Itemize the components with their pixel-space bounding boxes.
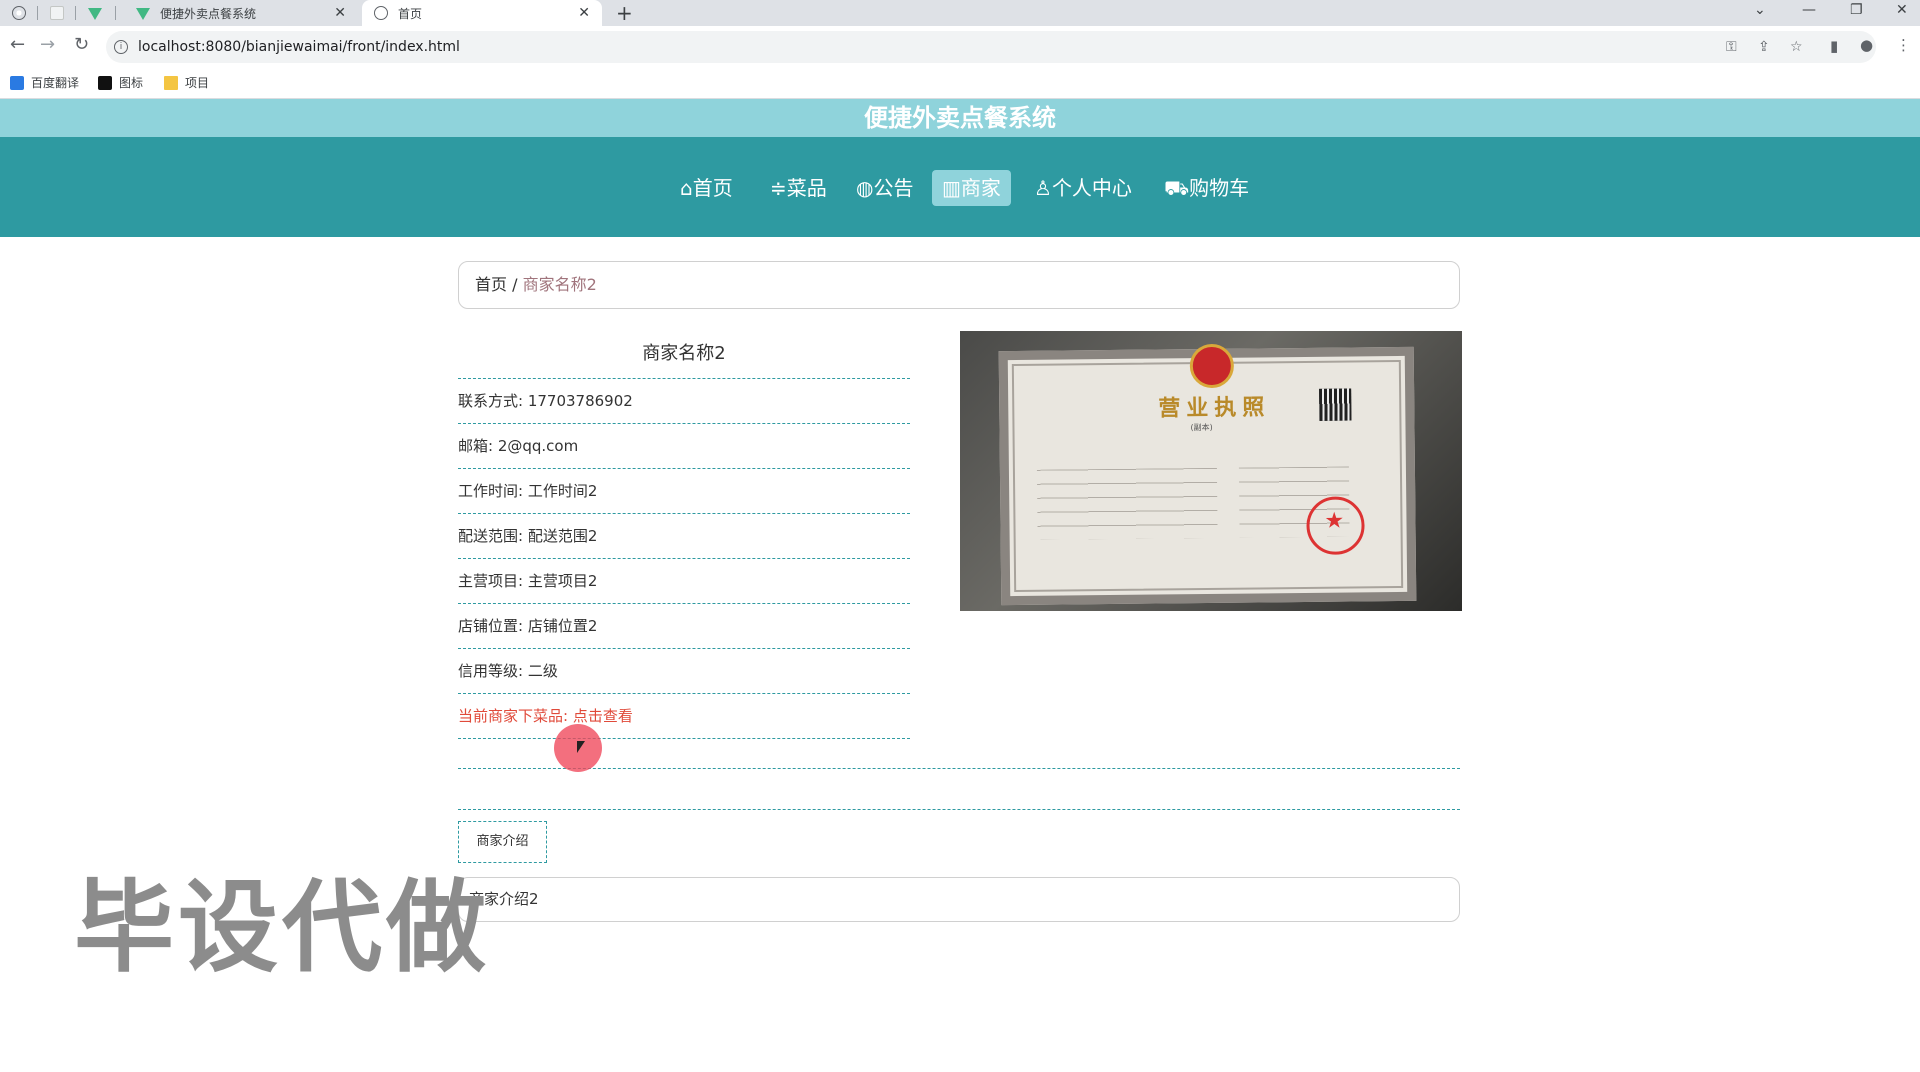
back-icon[interactable]: ← <box>10 34 25 55</box>
site-title-bar: 便捷外卖点餐系统 <box>0 99 1920 137</box>
tab-merchant-intro[interactable]: 商家介绍 <box>458 821 547 863</box>
nav-merchants[interactable]: ▥商家 <box>932 170 1011 206</box>
profile-icon[interactable]: ● <box>1860 36 1873 54</box>
vue-icon <box>88 8 102 20</box>
nav-user-center[interactable]: ♙个人中心 <box>1024 170 1142 206</box>
folder-icon <box>164 75 178 90</box>
merchant-hours: 工作时间: 工作时间2 <box>458 469 910 514</box>
mouse-cursor-icon <box>577 741 585 753</box>
window-close-icon[interactable]: ✕ <box>1896 2 1908 18</box>
site-info-icon[interactable]: i <box>114 40 128 54</box>
divider <box>458 768 1460 769</box>
merchant-icon: ▥ <box>942 176 961 200</box>
bookmarks-bar: 百度翻译 图标 项目 <box>0 68 1920 99</box>
minimize-icon[interactable]: — <box>1802 2 1816 18</box>
breadcrumb-home[interactable]: 首页 <box>475 275 507 294</box>
nav-label: 菜品 <box>786 176 827 200</box>
breadcrumb: 首页 / 商家名称2 <box>458 261 1460 309</box>
star-icon[interactable]: ☆ <box>1790 39 1803 55</box>
business-license-image: 营业执照 (副本) <box>960 331 1462 611</box>
address-bar[interactable]: i localhost:8080/bianjiewaimai/front/ind… <box>106 31 1876 63</box>
merchant-intro-content: 商家介绍2 <box>458 877 1460 922</box>
forward-icon[interactable]: → <box>40 34 55 55</box>
bookmark-label: 图标 <box>119 76 144 90</box>
globe-icon <box>12 6 26 20</box>
license-title: 营业执照 <box>1158 395 1271 422</box>
merchant-email: 邮箱: 2@qq.com <box>458 424 910 469</box>
tab-title: 首页 <box>398 6 423 21</box>
merchant-info: 商家名称2 联系方式: 17703786902 邮箱: 2@qq.com 工作时… <box>458 330 910 739</box>
new-tab-icon[interactable]: + <box>616 1 633 25</box>
merchant-name: 商家名称2 <box>458 330 910 379</box>
browser-tab[interactable] <box>0 0 38 26</box>
browser-tab[interactable]: 便捷外卖点餐系统 ✕ <box>116 0 358 26</box>
merchant-phone: 联系方式: 17703786902 <box>458 379 910 424</box>
qr-code-icon <box>1319 388 1352 421</box>
bookmark-label: 项目 <box>185 76 210 90</box>
merchant-delivery-range: 配送范围: 配送范围2 <box>458 514 910 559</box>
globe-icon <box>374 6 388 20</box>
side-panel-icon[interactable]: ▮ <box>1830 37 1838 55</box>
key-icon[interactable]: ⚿ <box>1726 39 1737 55</box>
browser-tab-bar: 便捷外卖点餐系统 ✕ 首页 ✕ + ⌄ — ❐ ✕ <box>0 0 1920 26</box>
nav-announcements[interactable]: ◍公告 <box>846 170 923 206</box>
license-text-lines <box>1036 467 1218 540</box>
tab-title: 便捷外卖点餐系统 <box>160 6 257 21</box>
main-nav: ⌂首页 ≑菜品 ◍公告 ▥商家 ♙个人中心 ⛟购物车 <box>0 137 1920 237</box>
translate-icon <box>10 75 24 90</box>
site-title: 便捷外卖点餐系统 <box>864 104 1056 132</box>
bookmark-item[interactable]: 百度翻译 <box>10 74 79 91</box>
blank-page-icon <box>50 6 64 20</box>
divider <box>458 809 1460 810</box>
menu-icon[interactable]: ⋮ <box>1896 36 1911 54</box>
merchant-location: 店铺位置: 店铺位置2 <box>458 604 910 649</box>
browser-tab-active[interactable]: 首页 ✕ <box>362 0 602 26</box>
license-paper: 营业执照 (副本) <box>998 343 1417 606</box>
nav-label: 购物车 <box>1189 176 1250 200</box>
bookmark-item[interactable]: 图标 <box>98 74 143 91</box>
official-seal-icon <box>1306 496 1365 555</box>
bookmark-label: 百度翻译 <box>31 76 80 90</box>
nav-home[interactable]: ⌂首页 <box>670 170 743 206</box>
announcement-icon: ◍ <box>856 176 874 200</box>
tab-search-icon[interactable]: ⌄ <box>1754 2 1766 18</box>
license-subtitle: (副本) <box>1190 422 1213 433</box>
nav-cart[interactable]: ⛟购物车 <box>1154 170 1259 206</box>
breadcrumb-current: 商家名称2 <box>522 275 597 294</box>
merchant-main-business: 主营项目: 主营项目2 <box>458 559 910 604</box>
merchant-credit-level: 信用等级: 二级 <box>458 649 910 694</box>
nav-label: 个人中心 <box>1051 176 1132 200</box>
share-icon[interactable]: ⇪ <box>1758 39 1770 55</box>
browser-tab[interactable] <box>38 0 76 26</box>
reload-icon[interactable]: ↻ <box>74 34 89 55</box>
close-icon[interactable]: ✕ <box>334 5 346 21</box>
user-icon: ♙ <box>1034 176 1052 200</box>
browser-tab[interactable] <box>76 0 116 26</box>
cart-icon: ⛟ <box>1164 176 1190 200</box>
bookmark-item[interactable]: 项目 <box>164 74 209 91</box>
merchant-dishes-link[interactable]: 当前商家下菜品: 点击查看 <box>458 694 910 739</box>
restore-icon[interactable]: ❐ <box>1850 2 1863 18</box>
nav-label: 商家 <box>960 176 1001 200</box>
nav-label: 首页 <box>692 176 733 200</box>
nav-label: 公告 <box>873 176 914 200</box>
national-emblem <box>1189 343 1235 389</box>
close-icon[interactable]: ✕ <box>578 5 590 21</box>
nav-dishes[interactable]: ≑菜品 <box>760 170 837 206</box>
image-icon <box>98 75 112 90</box>
dishes-icon: ≑ <box>770 176 787 200</box>
home-icon: ⌂ <box>680 176 693 200</box>
url-text[interactable]: localhost:8080/bianjiewaimai/front/index… <box>138 39 460 55</box>
browser-toolbar: ← → ↻ i localhost:8080/bianjiewaimai/fro… <box>0 26 1920 68</box>
watermark-text: 毕设代做 <box>74 869 490 986</box>
breadcrumb-separator: / <box>507 275 523 294</box>
vue-icon <box>136 8 150 20</box>
